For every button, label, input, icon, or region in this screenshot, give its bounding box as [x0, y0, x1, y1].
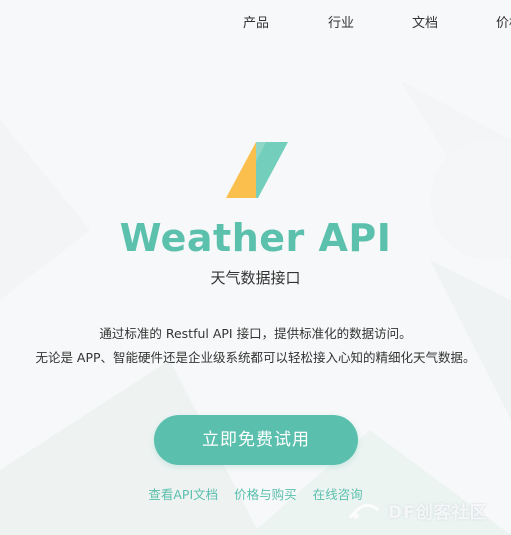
nav-item-docs[interactable]: 文档	[412, 12, 438, 31]
top-navigation: 产品 行业 文档 价格	[0, 0, 511, 42]
hero-description-line-1: 通过标准的 Restful API 接口，提供标准化的数据访问。	[99, 326, 412, 341]
nav-item-products[interactable]: 产品	[243, 12, 269, 31]
watermark-text: DF创客社区	[388, 503, 488, 523]
hero-subtitle: 天气数据接口	[210, 269, 301, 287]
watermark-logo-icon	[348, 504, 379, 519]
pricing-purchase-link[interactable]: 价格与购买	[234, 487, 297, 502]
hero-description-line-2: 无论是 APP、智能硬件还是企业级系统都可以轻松接入心知的精细化天气数据。	[35, 350, 476, 365]
hero-title: Weather API	[119, 216, 392, 260]
nav-item-pricing[interactable]: 价格	[496, 12, 511, 31]
weather-api-logo-icon	[226, 142, 288, 198]
free-trial-button[interactable]: 立即免费试用	[154, 415, 358, 465]
nav-item-industry[interactable]: 行业	[328, 12, 354, 31]
view-api-docs-link[interactable]: 查看API文档	[148, 487, 218, 502]
